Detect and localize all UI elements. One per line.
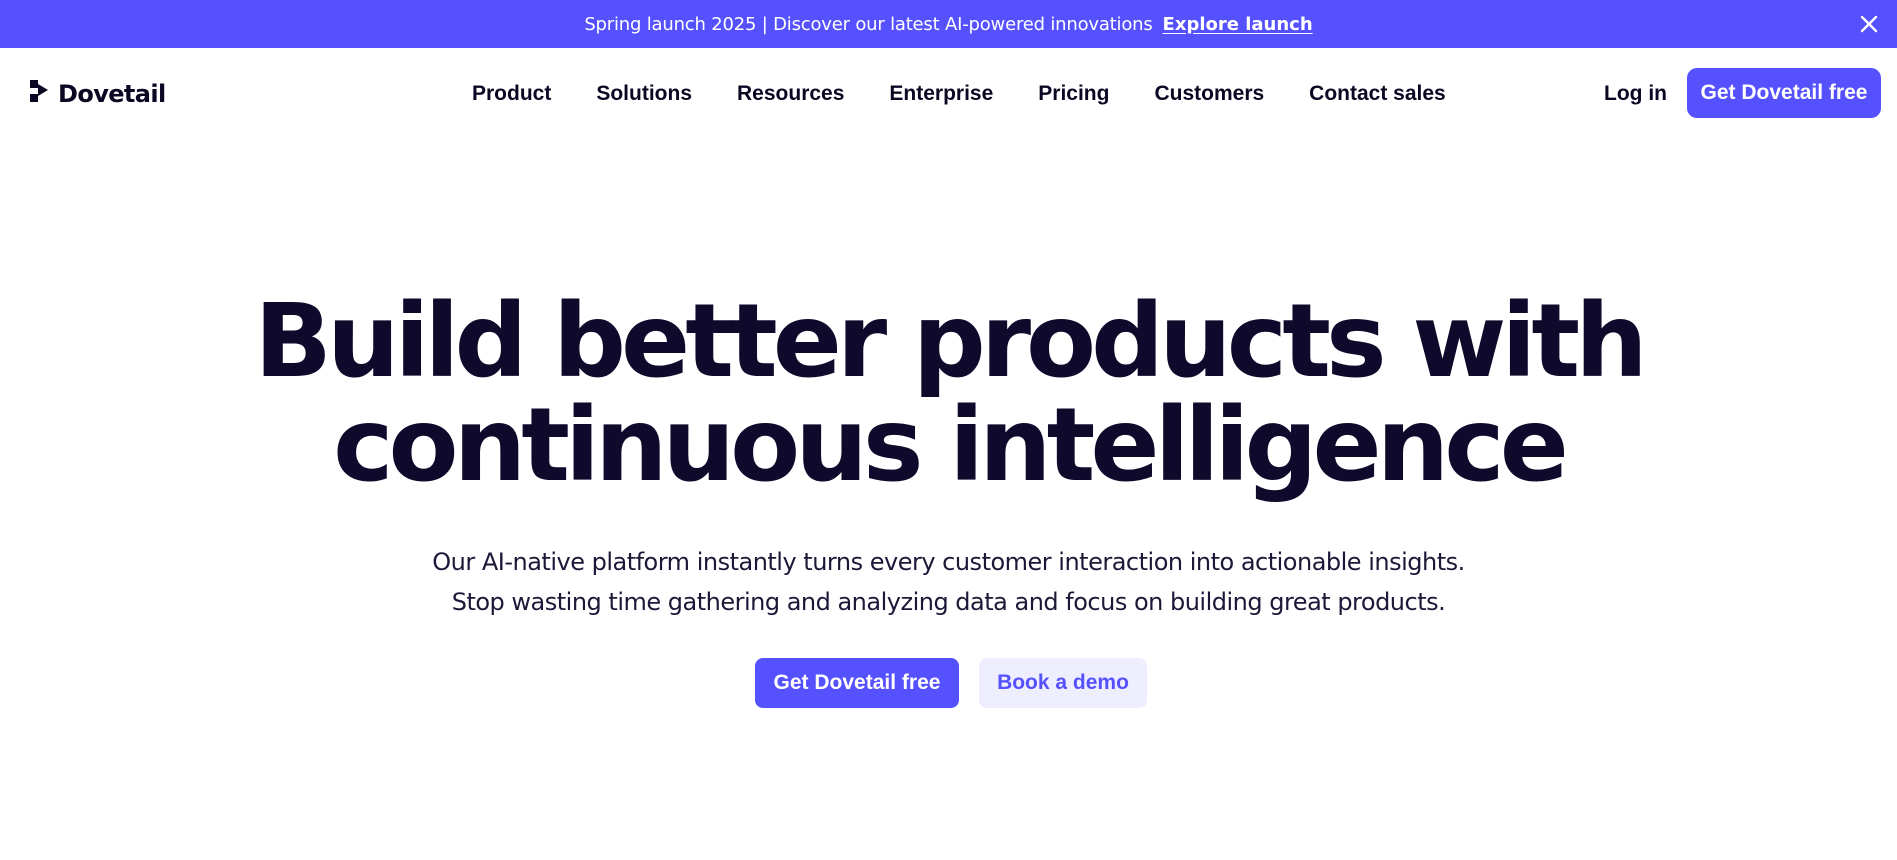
banner-text: Spring launch 2025 | Discover our latest… (584, 13, 1153, 35)
nav-product[interactable]: Product (472, 82, 551, 106)
hero-title-line-2: continuous intelligence (333, 386, 1569, 505)
announcement-banner: Spring launch 2025 | Discover our latest… (0, 0, 1897, 48)
get-dovetail-free-button-header[interactable]: Get Dovetail free (1687, 68, 1881, 118)
nav-contact-sales[interactable]: Contact sales (1309, 82, 1446, 106)
dovetail-logo[interactable]: Dovetail (28, 78, 166, 109)
hero-actions: Get Dovetail free Book a demo (755, 658, 1147, 708)
site-header: Dovetail Product Solutions Resources Ent… (0, 48, 1897, 138)
login-link[interactable]: Log in (1604, 82, 1667, 106)
hero-subtitle-line-2: Stop wasting time gathering and analyzin… (451, 588, 1446, 616)
hero-subtitle: Our AI-native platform instantly turns e… (0, 542, 1897, 622)
main-nav: Product Solutions Resources Enterprise P… (472, 82, 1491, 106)
hero-title-line-1: Build better products with (254, 282, 1648, 401)
logo-text: Dovetail (58, 79, 166, 108)
book-demo-button[interactable]: Book a demo (979, 658, 1147, 708)
close-icon[interactable] (1855, 10, 1883, 38)
explore-launch-link[interactable]: Explore launch (1163, 14, 1313, 35)
nav-pricing[interactable]: Pricing (1038, 82, 1109, 106)
hero-title: Build better products with continuous in… (0, 290, 1897, 498)
get-dovetail-free-button[interactable]: Get Dovetail free (755, 658, 959, 708)
nav-solutions[interactable]: Solutions (596, 82, 692, 106)
nav-enterprise[interactable]: Enterprise (889, 82, 993, 106)
hero-subtitle-line-1: Our AI-native platform instantly turns e… (432, 548, 1465, 576)
dovetail-logo-icon (28, 78, 58, 109)
nav-customers[interactable]: Customers (1154, 82, 1264, 106)
nav-resources[interactable]: Resources (737, 82, 844, 106)
